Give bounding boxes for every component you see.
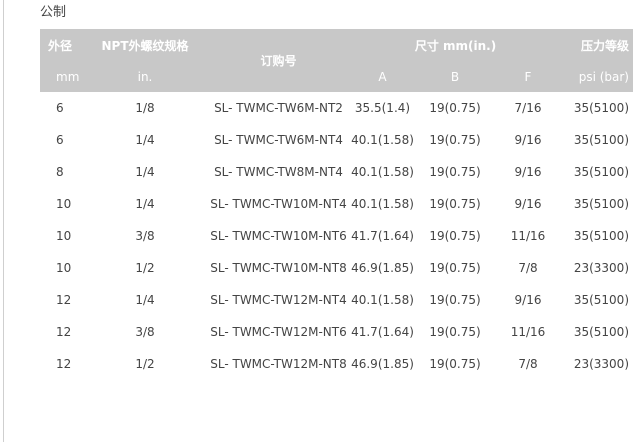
- cell-pressure: 35(5100): [573, 165, 629, 179]
- header-size-b: B: [418, 61, 492, 92]
- cell-order-number: SL- TWMC-TW10M-NT8: [210, 261, 347, 275]
- header-pressure: 压力等级: [564, 29, 633, 61]
- table-body: 6 1/8 SL- TWMC-TW6M-NT2 35.5(1.4) 19(0.75) 7/…: [40, 92, 633, 380]
- cell-pressure: 35(5100): [573, 325, 629, 339]
- cell-size-a: 40.1(1.58): [351, 293, 414, 307]
- cell-order-number: SL- TWMC-TW10M-NT6: [210, 229, 347, 243]
- cell-npt: 3/8: [135, 229, 155, 243]
- header-od: 外径: [40, 29, 80, 61]
- cell-npt: 1/4: [135, 133, 155, 147]
- cell-size-b: 19(0.75): [429, 133, 481, 147]
- table-row: 10 1/4 SL- TWMC-TW10M-NT4 40.1(1.58) 19(0.75…: [40, 188, 633, 220]
- table-row: 12 1/2 SL- TWMC-TW12M-NT8 46.9(1.85) 19(0.75…: [40, 348, 633, 380]
- cell-pressure: 35(5100): [573, 229, 629, 243]
- cell-size-a: 46.9(1.85): [351, 261, 414, 275]
- header-order: 订购号: [210, 29, 347, 92]
- cell-pressure: 35(5100): [573, 293, 629, 307]
- cell-size-f: 7/8: [518, 357, 538, 371]
- cell-od: 12: [56, 293, 72, 307]
- cell-size-f: 7/8: [518, 261, 538, 275]
- cell-pressure: 35(5100): [573, 101, 629, 115]
- cell-pressure: 23(3300): [573, 357, 629, 371]
- cell-npt: 1/2: [135, 261, 155, 275]
- cell-size-a: 41.7(1.64): [351, 229, 414, 243]
- header-size-a: A: [347, 61, 418, 92]
- cell-npt: 1/2: [135, 357, 155, 371]
- cell-od: 6: [56, 133, 64, 147]
- cell-size-a: 41.7(1.64): [351, 325, 414, 339]
- cell-npt: 1/4: [135, 197, 155, 211]
- table-header: 外径 NPT外螺纹规格 订购号 尺寸 mm(in.) 压力等级 mm in. A…: [40, 29, 633, 92]
- cell-od: 12: [56, 325, 72, 339]
- cell-od: 8: [56, 165, 64, 179]
- cell-npt: 1/4: [135, 165, 155, 179]
- table-row: 10 1/2 SL- TWMC-TW10M-NT8 46.9(1.85) 19(0.75…: [40, 252, 633, 284]
- cell-od: 10: [56, 261, 72, 275]
- cell-size-f: 11/16: [510, 229, 546, 243]
- cell-order-number: SL- TWMC-TW12M-NT6: [210, 325, 347, 339]
- cell-size-a: 40.1(1.58): [351, 165, 414, 179]
- cell-npt: 1/4: [135, 293, 155, 307]
- cell-npt: 3/8: [135, 325, 155, 339]
- cell-size-a: 40.1(1.58): [351, 197, 414, 211]
- cell-od: 10: [56, 229, 72, 243]
- cell-order-number: SL- TWMC-TW12M-NT4: [210, 293, 347, 307]
- left-border: [3, 0, 4, 442]
- cell-size-b: 19(0.75): [429, 325, 481, 339]
- cell-npt: 1/8: [135, 101, 155, 115]
- header-npt: NPT外螺纹规格: [80, 29, 210, 61]
- cell-size-a: 46.9(1.85): [351, 357, 414, 371]
- cell-size-b: 19(0.75): [429, 357, 481, 371]
- header-npt-unit: in.: [80, 61, 210, 92]
- table-row: 8 1/4 SL- TWMC-TW8M-NT4 40.1(1.58) 19(0.75) 9…: [40, 156, 633, 188]
- header-size: 尺寸 mm(in.): [347, 29, 564, 61]
- header-size-f: F: [492, 61, 564, 92]
- cell-size-f: 9/16: [514, 133, 542, 147]
- cell-size-f: 7/16: [514, 101, 542, 115]
- cell-size-b: 19(0.75): [429, 293, 481, 307]
- table-caption: 公制: [40, 5, 67, 20]
- cell-size-f: 9/16: [514, 197, 542, 211]
- cell-order-number: SL- TWMC-TW10M-NT4: [210, 197, 347, 211]
- cell-order-number: SL- TWMC-TW8M-NT4: [214, 165, 343, 179]
- cell-od: 6: [56, 101, 64, 115]
- cell-pressure: 35(5100): [573, 197, 629, 211]
- cell-size-f: 9/16: [514, 293, 542, 307]
- cell-order-number: SL- TWMC-TW6M-NT4: [214, 133, 343, 147]
- cell-pressure: 35(5100): [573, 133, 629, 147]
- table-row: 12 1/4 SL- TWMC-TW12M-NT4 40.1(1.58) 19(0.75…: [40, 284, 633, 316]
- cell-size-f: 9/16: [514, 165, 542, 179]
- cell-size-b: 19(0.75): [429, 101, 481, 115]
- cell-od: 12: [56, 357, 72, 371]
- header-od-unit: mm: [40, 61, 80, 92]
- cell-pressure: 23(3300): [573, 261, 629, 275]
- cell-size-a: 40.1(1.58): [351, 133, 414, 147]
- cell-od: 10: [56, 197, 72, 211]
- spec-table: 外径 NPT外螺纹规格 订购号 尺寸 mm(in.) 压力等级 mm in. A…: [40, 29, 633, 380]
- header-pressure-unit: psi (bar): [564, 61, 633, 92]
- cell-size-a: 35.5(1.4): [354, 101, 411, 115]
- cell-size-b: 19(0.75): [429, 229, 481, 243]
- cell-size-b: 19(0.75): [429, 261, 481, 275]
- cell-size-f: 11/16: [510, 325, 546, 339]
- cell-order-number: SL- TWMC-TW6M-NT2: [214, 101, 343, 115]
- table-row: 6 1/4 SL- TWMC-TW6M-NT4 40.1(1.58) 19(0.75) 9…: [40, 124, 633, 156]
- cell-size-b: 19(0.75): [429, 165, 481, 179]
- table-row: 10 3/8 SL- TWMC-TW10M-NT6 41.7(1.64) 19(0.75…: [40, 220, 633, 252]
- table-row: 6 1/8 SL- TWMC-TW6M-NT2 35.5(1.4) 19(0.75) 7/…: [40, 92, 633, 124]
- cell-order-number: SL- TWMC-TW12M-NT8: [210, 357, 347, 371]
- table-row: 12 3/8 SL- TWMC-TW12M-NT6 41.7(1.64) 19(0.75…: [40, 316, 633, 348]
- cell-size-b: 19(0.75): [429, 197, 481, 211]
